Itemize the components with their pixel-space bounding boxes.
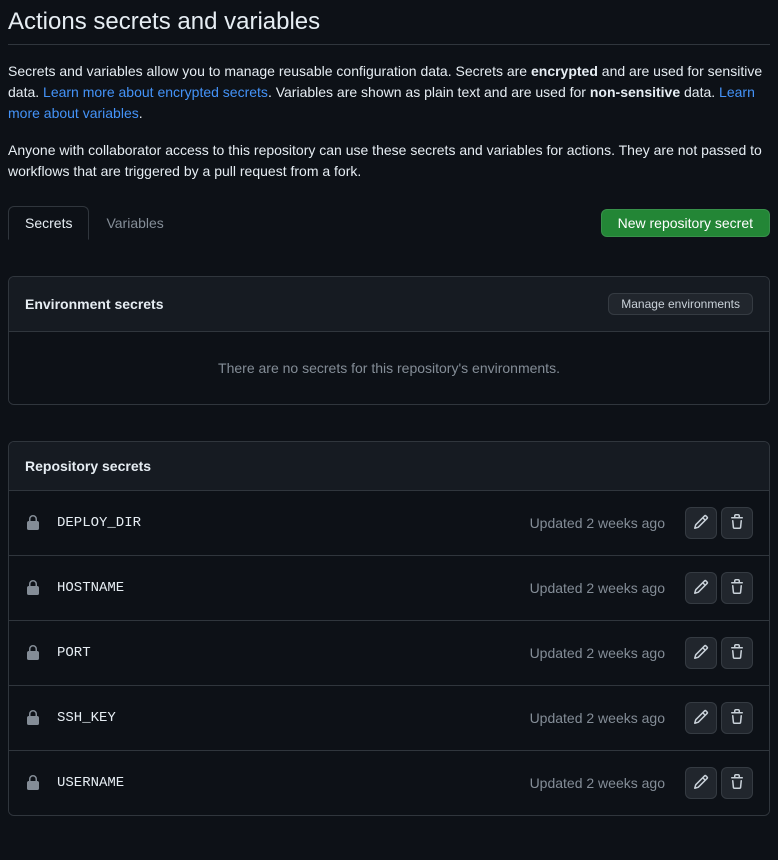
secret-row: PORT Updated 2 weeks ago [9, 620, 769, 685]
edit-secret-button[interactable] [685, 572, 717, 604]
secret-name: PORT [57, 645, 530, 661]
description-para-2: Anyone with collaborator access to this … [8, 140, 770, 182]
lock-icon [25, 710, 41, 726]
desc-bold-nonsensitive: non-sensitive [590, 84, 680, 100]
secret-row: USERNAME Updated 2 weeks ago [9, 750, 769, 815]
pencil-icon [693, 579, 709, 598]
secret-updated: Updated 2 weeks ago [530, 645, 665, 661]
secret-name: USERNAME [57, 775, 530, 791]
pencil-icon [693, 709, 709, 728]
repo-panel-header: Repository secrets [9, 442, 769, 491]
secret-name: HOSTNAME [57, 580, 530, 596]
desc-text: . Variables are shown as plain text and … [268, 84, 590, 100]
secret-name: SSH_KEY [57, 710, 530, 726]
trash-icon [729, 579, 745, 598]
trash-icon [729, 644, 745, 663]
secret-updated: Updated 2 weeks ago [530, 775, 665, 791]
pencil-icon [693, 774, 709, 793]
edit-secret-button[interactable] [685, 702, 717, 734]
trash-icon [729, 709, 745, 728]
secret-updated: Updated 2 weeks ago [530, 710, 665, 726]
delete-secret-button[interactable] [721, 702, 753, 734]
desc-text: Secrets and variables allow you to manag… [8, 63, 531, 79]
delete-secret-button[interactable] [721, 767, 753, 799]
link-learn-secrets[interactable]: Learn more about encrypted secrets [43, 84, 268, 100]
desc-bold-encrypted: encrypted [531, 63, 598, 79]
desc-text: data. [680, 84, 719, 100]
repository-secrets-panel: Repository secrets DEPLOY_DIR Updated 2 … [8, 441, 770, 816]
secret-updated: Updated 2 weeks ago [530, 515, 665, 531]
secret-row: DEPLOY_DIR Updated 2 weeks ago [9, 491, 769, 555]
delete-secret-button[interactable] [721, 507, 753, 539]
env-panel-header: Environment secrets Manage environments [9, 277, 769, 332]
trash-icon [729, 514, 745, 533]
pencil-icon [693, 514, 709, 533]
desc-text: . [139, 105, 143, 121]
manage-environments-button[interactable]: Manage environments [608, 293, 753, 315]
secret-updated: Updated 2 weeks ago [530, 580, 665, 596]
environment-secrets-panel: Environment secrets Manage environments … [8, 276, 770, 405]
secret-row: HOSTNAME Updated 2 weeks ago [9, 555, 769, 620]
lock-icon [25, 515, 41, 531]
secrets-list: DEPLOY_DIR Updated 2 weeks ago HOSTNAME … [9, 491, 769, 815]
lock-icon [25, 645, 41, 661]
pencil-icon [693, 644, 709, 663]
delete-secret-button[interactable] [721, 572, 753, 604]
edit-secret-button[interactable] [685, 507, 717, 539]
env-panel-title: Environment secrets [25, 296, 164, 312]
edit-secret-button[interactable] [685, 767, 717, 799]
page-title: Actions secrets and variables [8, 8, 770, 45]
delete-secret-button[interactable] [721, 637, 753, 669]
secret-name: DEPLOY_DIR [57, 515, 530, 531]
lock-icon [25, 580, 41, 596]
edit-secret-button[interactable] [685, 637, 717, 669]
trash-icon [729, 774, 745, 793]
tab-variables[interactable]: Variables [89, 206, 180, 240]
lock-icon [25, 775, 41, 791]
repo-panel-title: Repository secrets [25, 458, 151, 474]
tab-bar: Secrets Variables New repository secret [8, 206, 770, 240]
secret-row: SSH_KEY Updated 2 weeks ago [9, 685, 769, 750]
env-panel-empty-message: There are no secrets for this repository… [9, 332, 769, 404]
tab-secrets[interactable]: Secrets [8, 206, 89, 240]
description-para-1: Secrets and variables allow you to manag… [8, 61, 770, 124]
tabs: Secrets Variables [8, 206, 181, 240]
new-repository-secret-button[interactable]: New repository secret [601, 209, 770, 237]
